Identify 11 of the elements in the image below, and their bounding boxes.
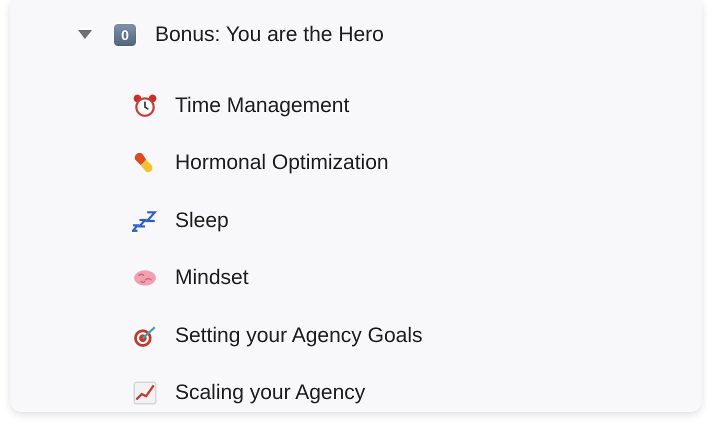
keycap-icon: 0 <box>114 24 136 46</box>
chart-increasing-icon <box>132 380 158 406</box>
page-link[interactable]: Time Management <box>175 94 350 118</box>
page-link[interactable]: Hormonal Optimization <box>175 151 389 176</box>
alarm-clock-icon <box>132 92 158 119</box>
section-title[interactable]: Bonus: You are the Hero <box>155 23 384 47</box>
page-link[interactable]: Setting your Agency Goals <box>175 324 422 348</box>
page-link[interactable]: Scaling your Agency <box>175 381 366 406</box>
page-link[interactable]: Sleep <box>175 208 229 233</box>
page-link[interactable]: Mindset <box>175 266 249 290</box>
toggle-triangle-icon[interactable] <box>78 30 92 40</box>
